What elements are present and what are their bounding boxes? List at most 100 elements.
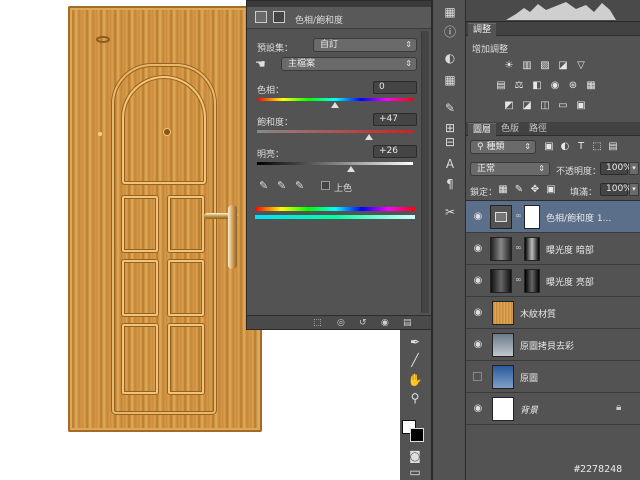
opacity-dropdown-arrow-icon[interactable]: ▾ [629,162,639,175]
blend-mode-dropdown[interactable]: 正常 ⇕ [470,162,550,176]
levels-icon[interactable]: ▥ [520,60,534,72]
lightness-slider-thumb[interactable] [346,166,355,172]
exposure-icon[interactable]: ◪ [556,60,570,72]
filter-type-icon[interactable]: T [574,141,588,153]
tab-paths[interactable]: 路徑 [524,123,552,136]
quick-mask-icon[interactable]: ◙ [406,448,424,464]
filter-smart-icon[interactable]: ▤ [606,141,620,153]
tab-layers[interactable]: 圖層 [468,123,497,136]
lock-pixels-icon[interactable]: ✎ [512,184,526,196]
hand-tool-icon[interactable]: ✋ [406,372,424,388]
invert-icon[interactable]: ◩ [502,100,516,112]
posterize-icon[interactable]: ◪ [520,100,534,112]
black-white-icon[interactable]: ◧ [530,80,544,92]
layer-row[interactable]: ◉ 木紋材質 [466,297,640,329]
visibility-off-box[interactable] [473,372,482,381]
brush-icon[interactable]: ✎ [442,100,458,116]
visibility-eye-icon[interactable]: ◉ [381,318,389,328]
layer-name[interactable]: 原圖 [520,371,538,384]
layer-name[interactable]: 原圖拷貝去彩 [520,339,574,352]
eyedropper-plus-icon[interactable]: ✎ [277,179,286,192]
screen-mode-icon[interactable]: ▭ [406,464,424,480]
paragraph-panel-icon[interactable]: ¶ [442,176,458,192]
layer-mask-thumbnail[interactable] [524,237,540,261]
saturation-slider[interactable] [257,130,413,133]
color-balance-icon[interactable]: ⚖ [512,80,526,92]
hue-saturation-icon[interactable]: ▤ [494,80,508,92]
lock-transparent-icon[interactable]: ▦ [496,184,510,196]
channel-mixer-icon[interactable]: ⊛ [566,80,580,92]
layer-filter-dropdown[interactable]: ⚲ 種類 ⇕ [470,140,536,154]
layer-mask-thumbnail[interactable] [524,205,540,229]
swatches-icon[interactable]: ▦ [442,72,458,88]
pen-tool-icon[interactable]: ✒ [406,334,424,350]
line-tool-icon[interactable]: ╱ [406,352,424,368]
background-color-swatch[interactable] [410,428,424,442]
chain-link-icon[interactable]: ∞ [515,275,522,284]
saturation-slider-thumb[interactable] [365,134,374,140]
hue-input[interactable]: 0 [373,81,417,94]
eyedropper-icon[interactable]: ✎ [259,179,268,192]
mask-icon[interactable] [273,11,285,23]
filter-adjustment-icon[interactable]: ◐ [558,141,572,153]
layer-mask-thumbnail[interactable] [524,269,540,293]
layer-name[interactable]: 背景 [520,403,538,416]
preset-dropdown[interactable]: 自訂 ⇕ [313,38,417,52]
color-panel-icon[interactable]: ◐ [442,50,458,66]
layer-row[interactable]: 原圖 [466,361,640,393]
opacity-input[interactable]: 100% [600,162,632,175]
visibility-eye-icon[interactable]: ◉ [472,403,484,415]
selective-color-icon[interactable]: ▣ [574,100,588,112]
visibility-eye-icon[interactable]: ◉ [472,275,484,287]
threshold-icon[interactable]: ◫ [538,100,552,112]
reset-icon[interactable]: ↺ [359,318,367,328]
filter-shape-icon[interactable]: ⬚ [590,141,604,153]
lightness-input[interactable]: +26 [373,145,417,158]
chain-link-icon[interactable]: ∞ [515,243,522,252]
lock-all-icon[interactable]: ▣ [544,184,558,196]
visibility-eye-icon[interactable]: ◉ [472,243,484,255]
dialog-scrollbar[interactable] [421,31,429,313]
vibrance-icon[interactable]: ▽ [574,60,588,72]
histogram-icon[interactable]: ▦ [442,4,458,20]
layer-row[interactable]: ◉ ∞ 曝光度 暗部 [466,233,640,265]
chain-link-icon[interactable]: ∞ [515,211,522,220]
layer-name[interactable]: 曝光度 亮部 [546,275,594,288]
colorize-checkbox[interactable] [321,181,330,190]
gradient-map-icon[interactable]: ▭ [556,100,570,112]
layer-row[interactable]: ◉ ∞ 色相/飽和度 1... [466,201,640,233]
hue-slider-thumb[interactable] [331,102,339,108]
tab-adjustments[interactable]: 調整 [468,23,497,36]
filter-pixel-icon[interactable]: ▣ [542,141,556,153]
visibility-eye-icon[interactable]: ◉ [472,307,484,319]
fill-input[interactable]: 100% [600,183,632,196]
layer-name[interactable]: 色相/飽和度 1... [546,211,611,224]
channel-dropdown[interactable]: 主檔案 ⇕ [281,57,417,71]
curves-icon[interactable]: ▨ [538,60,552,72]
clone-source-icon[interactable]: ⊟ [442,134,458,150]
photo-filter-icon[interactable]: ◉ [548,80,562,92]
visibility-eye-icon[interactable]: ◉ [472,211,484,223]
visibility-eye-icon[interactable]: ◉ [472,339,484,351]
tool-presets-icon[interactable]: ✂ [442,204,458,220]
character-panel-icon[interactable]: A [442,156,458,172]
eyedropper-minus-icon[interactable]: ✎ [295,179,304,192]
zoom-tool-icon[interactable]: ⚲ [406,390,424,406]
clip-to-layer-icon[interactable]: ⬚ [313,318,322,328]
brightness-icon[interactable]: ☀ [502,60,516,72]
layer-row[interactable]: ◉ 背景 🔒︎ [466,393,640,425]
layer-name[interactable]: 木紋材質 [520,307,556,320]
adjustment-layer-icon[interactable] [255,11,267,23]
view-previous-icon[interactable]: ◎ [337,318,345,328]
trash-icon[interactable]: ▤ [403,318,412,328]
saturation-input[interactable]: +47 [373,113,417,126]
hand-adjust-icon[interactable]: ☚ [255,57,266,71]
layer-row[interactable]: ◉ ∞ 曝光度 亮部 [466,265,640,297]
layer-name[interactable]: 曝光度 暗部 [546,243,594,256]
lightness-slider[interactable] [257,162,413,165]
lock-position-icon[interactable]: ✥ [528,184,542,196]
hue-slider[interactable] [257,98,413,101]
tab-channels[interactable]: 色版 [496,123,524,136]
layer-row[interactable]: ◉ 原圖拷貝去彩 [466,329,640,361]
fill-dropdown-arrow-icon[interactable]: ▾ [629,183,639,196]
